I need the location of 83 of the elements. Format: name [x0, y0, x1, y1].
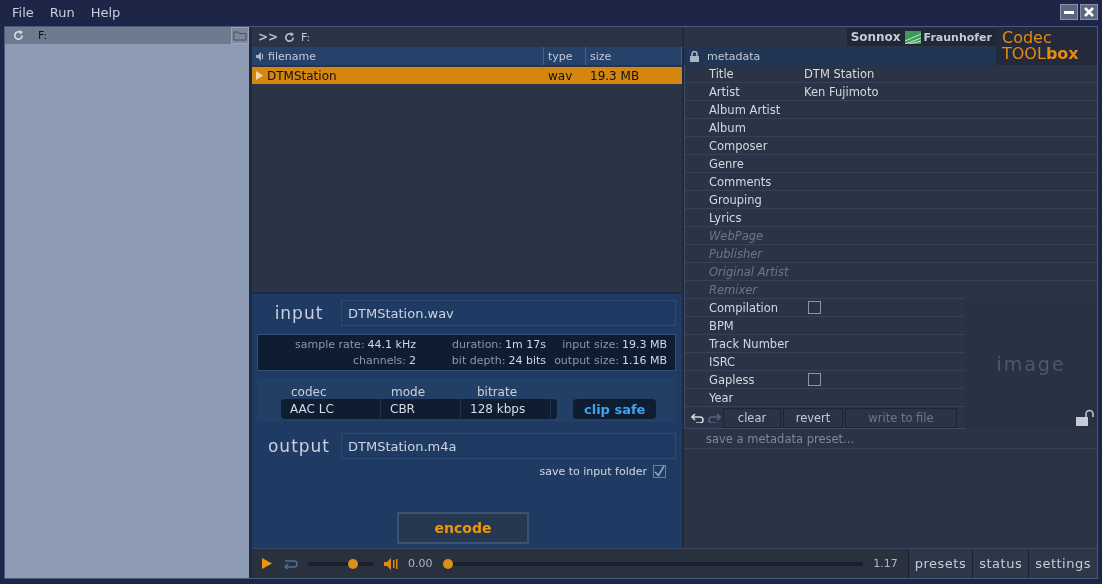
file-row[interactable]: DTMStation wav 19.3 MB: [252, 67, 682, 84]
folder-button[interactable]: [231, 27, 249, 44]
field-label: Genre: [709, 156, 745, 171]
toolbar-button[interactable]: revert: [783, 407, 843, 428]
checkbox[interactable]: [653, 465, 666, 478]
setting-dropdown[interactable]: AAC LC: [281, 399, 381, 419]
setting-label: bitrate: [476, 385, 519, 399]
setting-dropdown[interactable]: 128 kbps: [461, 399, 551, 419]
field-label: Title: [709, 66, 735, 81]
field-value[interactable]: Ken Fujimoto: [804, 84, 879, 99]
toolbar-button[interactable]: clear: [723, 407, 781, 428]
checkbox-label: save to input folder: [539, 465, 647, 478]
time-label: 0.00: [408, 557, 433, 570]
loop-icon[interactable]: [282, 558, 298, 569]
info-text: input size: 19.3 MB: [561, 337, 667, 351]
field-label: Year: [709, 390, 735, 405]
encode-button[interactable]: encode: [397, 512, 529, 544]
minimize-button[interactable]: [1060, 4, 1078, 20]
lock-icon[interactable]: [690, 50, 699, 62]
column-header[interactable]: filename: [268, 49, 316, 63]
unlock-icon[interactable]: [1076, 409, 1094, 426]
setting-dropdown[interactable]: CBR: [381, 399, 461, 419]
refresh-icon[interactable]: [13, 30, 24, 41]
field-label: Grouping: [709, 192, 763, 207]
speaker-icon: [256, 51, 264, 61]
play-icon[interactable]: [262, 558, 272, 569]
menu-item[interactable]: Run: [41, 4, 83, 20]
field-label: ISRC: [709, 354, 737, 369]
sonnox-logo: Sonnox Fraunhofer: [846, 28, 996, 46]
output-field[interactable]: DTMStation.m4a: [341, 433, 676, 459]
field-label: Artist: [709, 84, 741, 99]
info-text: sample rate: 44.1 kHz: [294, 337, 416, 351]
refresh-icon[interactable]: [284, 31, 296, 43]
info-text: duration: 1m 17s: [451, 337, 546, 351]
menu-item[interactable]: Help: [82, 4, 129, 20]
panel-title: metadata: [707, 49, 761, 63]
close-button[interactable]: [1080, 4, 1098, 20]
field-label: Album Artist: [709, 102, 782, 117]
field-label: BPM: [709, 318, 735, 333]
field-label: Track Number: [709, 336, 790, 351]
tab[interactable]: presets: [907, 549, 973, 578]
forward-button[interactable]: >>: [258, 30, 279, 44]
input-field[interactable]: DTMStation.wav: [341, 300, 676, 326]
field-label: Composer: [709, 138, 769, 153]
field-value[interactable]: DTM Station: [804, 66, 875, 81]
output-label: output: [266, 436, 332, 456]
table-cell: 19.3 MB: [590, 68, 640, 83]
input-label: input: [273, 303, 325, 323]
field-label: Album: [709, 120, 747, 135]
folder-path: F:: [301, 30, 311, 44]
codec-toolbox-logo: Codec TOOLbox: [996, 27, 1097, 65]
field-label: Gapless: [709, 372, 756, 387]
volume-slider[interactable]: [308, 561, 374, 566]
checkbox[interactable]: [808, 301, 821, 314]
tab[interactable]: settings: [1028, 549, 1097, 578]
clip-safe-button[interactable]: clip safe: [573, 399, 657, 419]
column-header[interactable]: size: [590, 49, 612, 63]
setting-label: mode: [390, 385, 427, 399]
field-label: Compilation: [709, 300, 780, 315]
setting-label: codec: [290, 385, 328, 399]
info-text: output size: 1.16 MB: [553, 354, 667, 368]
tab[interactable]: status: [972, 549, 1029, 578]
minimize-icon: [1064, 10, 1074, 14]
checkbox[interactable]: [808, 373, 821, 386]
table-cell: DTMStation: [267, 68, 337, 83]
volume-icon[interactable]: [384, 557, 398, 570]
undo-icon[interactable]: [691, 412, 705, 423]
info-text: channels: 2: [352, 354, 416, 368]
field-label: Publisher: [709, 246, 764, 261]
field-label: Comments: [709, 174, 773, 189]
field-label: Original Artist: [709, 264, 790, 279]
info-text: bit depth: 24 bits: [450, 354, 546, 368]
folder-path: F:: [38, 29, 48, 42]
position-slider[interactable]: [442, 561, 864, 566]
close-icon: [1084, 7, 1094, 17]
field-label: Lyrics: [709, 210, 743, 225]
play-icon: [256, 71, 263, 80]
column-header[interactable]: type: [548, 49, 573, 63]
menu-item[interactable]: File: [4, 4, 42, 20]
duration-label: 1.17: [873, 557, 898, 570]
field-label: Remixer: [709, 282, 759, 297]
table-cell: wav: [548, 68, 573, 83]
field-label: WebPage: [709, 228, 765, 243]
